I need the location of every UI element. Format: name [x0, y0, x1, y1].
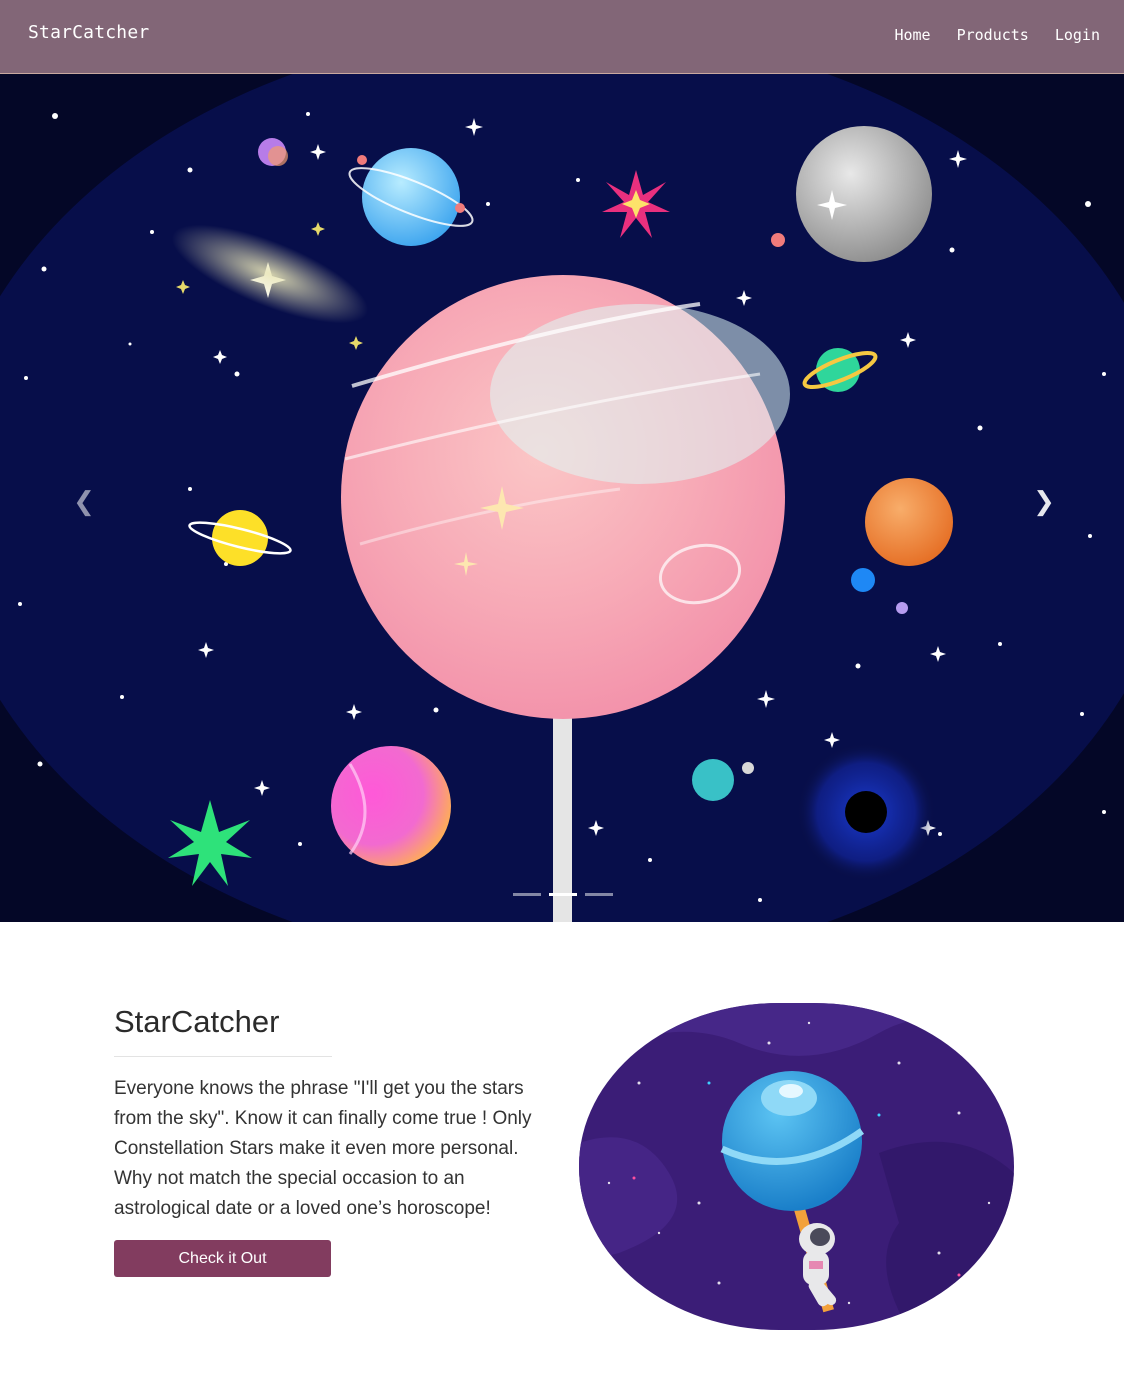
brand-link[interactable]: StarCatcher [28, 22, 149, 43]
nav-link-login[interactable]: Login [1055, 26, 1100, 44]
title-divider [114, 1056, 332, 1057]
feature-description: Everyone knows the phrase "I'll get you … [114, 1078, 532, 1219]
chevron-left-icon: ❮ [73, 487, 95, 517]
carousel-indicator-1[interactable] [513, 893, 541, 896]
space-lollipop-illustration [0, 74, 1124, 922]
carousel-next-button[interactable]: ❯ [1024, 482, 1064, 522]
nav-links: Home Products Login [894, 26, 1100, 44]
navbar: StarCatcher Home Products Login [0, 0, 1124, 74]
hero-carousel: ❮ ❯ [0, 74, 1124, 922]
check-it-out-button[interactable]: Check it Out [114, 1240, 331, 1277]
nav-link-products[interactable]: Products [957, 26, 1029, 44]
carousel-indicator-2[interactable] [549, 893, 577, 896]
chevron-right-icon: ❯ [1033, 487, 1055, 517]
carousel-indicators [513, 893, 613, 896]
astronaut-lollipop-illustration [579, 1003, 1014, 1330]
carousel-prev-button[interactable]: ❮ [64, 482, 104, 522]
carousel-indicator-3[interactable] [585, 893, 613, 896]
nav-link-home[interactable]: Home [894, 26, 930, 44]
feature-title: StarCatcher [114, 1004, 280, 1039]
